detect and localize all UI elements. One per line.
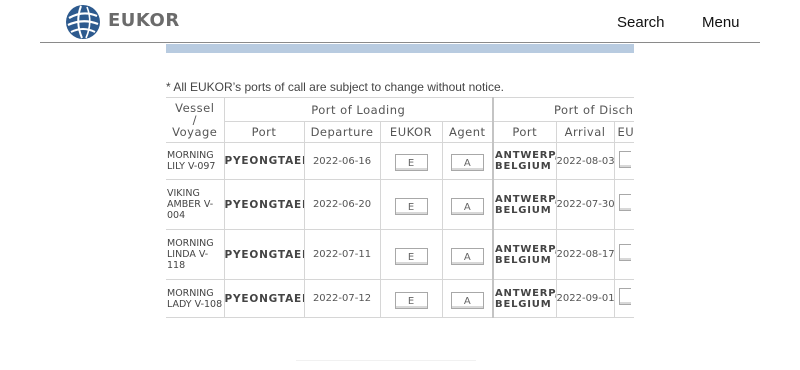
arrival-cell: 2022-08-17	[555, 229, 615, 280]
eukor-cell: E	[379, 279, 443, 318]
loading-port-cell: PYEONGTAEK	[223, 229, 305, 280]
col-eu: EU	[613, 121, 634, 143]
col-arrival: Arrival	[555, 121, 615, 143]
col-discharge-port: Port	[492, 121, 557, 143]
eu-button[interactable]	[618, 194, 631, 211]
discharge-port-cell: ANTWERP, BELGIUM	[492, 279, 557, 318]
eukor-button[interactable]: E	[394, 247, 428, 265]
eukor-cell: E	[379, 142, 443, 180]
eukor-cell: E	[379, 179, 443, 230]
discharge-port-cell: ANTWERP, BELGIUM	[492, 179, 557, 230]
footer-divider	[296, 360, 476, 361]
departure-cell: 2022-06-20	[303, 179, 381, 230]
vessel-voyage-header: Vessel / Voyage	[166, 97, 225, 143]
vessel-cell: MORNING LADY V-108	[166, 279, 225, 318]
schedule-table-scroll[interactable]: Vessel / Voyage Port of Loading Port of …	[166, 97, 634, 321]
brand-name[interactable]: EUKOR	[108, 10, 180, 31]
eu-cell	[613, 229, 634, 280]
table-row: VIKING AMBER V-004 PYEONGTAEK 2022-06-20…	[166, 179, 634, 230]
departure-cell: 2022-07-11	[303, 229, 381, 280]
discharge-port-cell: ANTWERP, BELGIUM	[492, 142, 557, 180]
schedule-notice: * All EUKOR’s ports of call are subject …	[166, 80, 504, 94]
loading-port-cell: PYEONGTAEK	[223, 279, 305, 318]
table-row: MORNING LADY V-108 PYEONGTAEK 2022-07-12…	[166, 279, 634, 318]
eu-cell	[613, 142, 634, 180]
col-eukor: EUKOR	[379, 121, 443, 143]
site-header: EUKOR Search Menu	[0, 0, 800, 43]
eukor-button[interactable]: E	[394, 197, 428, 215]
discharge-port-cell: ANTWERP, BELGIUM	[492, 229, 557, 280]
eukor-button[interactable]: E	[394, 291, 428, 309]
eukor-globe-logo-icon[interactable]	[65, 4, 101, 40]
eu-cell	[613, 179, 634, 230]
loading-port-cell: PYEONGTAEK	[223, 142, 305, 180]
eu-button[interactable]	[618, 288, 631, 305]
agent-cell: A	[441, 142, 494, 180]
section-banner	[166, 44, 634, 53]
vessel-cell: MORNING LINDA V-118	[166, 229, 225, 280]
vessel-cell: MORNING LILY V-097	[166, 142, 225, 180]
eukor-button[interactable]: E	[394, 154, 428, 171]
header-voyage: Voyage	[172, 125, 218, 139]
table-row: MORNING LINDA V-118 PYEONGTAEK 2022-07-1…	[166, 229, 634, 280]
departure-cell: 2022-07-12	[303, 279, 381, 318]
eu-cell	[613, 279, 634, 318]
eu-button[interactable]	[618, 244, 631, 261]
agent-cell: A	[441, 229, 494, 280]
agent-cell: A	[441, 179, 494, 230]
col-departure: Departure	[303, 121, 381, 143]
col-port: Port	[223, 121, 305, 143]
eukor-cell: E	[379, 229, 443, 280]
port-of-discharge-header: Port of Discha	[492, 97, 634, 122]
agent-cell: A	[441, 279, 494, 318]
arrival-cell: 2022-09-01	[555, 279, 615, 318]
vessel-cell: VIKING AMBER V-004	[166, 179, 225, 230]
agent-button[interactable]: A	[450, 154, 484, 171]
header-divider	[40, 42, 760, 43]
loading-port-cell: PYEONGTAEK	[223, 179, 305, 230]
departure-cell: 2022-06-16	[303, 142, 381, 180]
search-link[interactable]: Search	[617, 14, 665, 31]
agent-button[interactable]: A	[450, 247, 484, 265]
arrival-cell: 2022-08-03	[555, 142, 615, 180]
col-agent: Agent	[441, 121, 494, 143]
table-row: MORNING LILY V-097 PYEONGTAEK 2022-06-16…	[166, 142, 634, 180]
arrival-cell: 2022-07-30	[555, 179, 615, 230]
eu-button[interactable]	[618, 150, 631, 168]
agent-button[interactable]: A	[450, 197, 484, 215]
menu-link[interactable]: Menu	[702, 14, 740, 31]
agent-button[interactable]: A	[450, 291, 484, 309]
schedule-table: Vessel / Voyage Port of Loading Port of …	[166, 97, 634, 318]
port-of-loading-header: Port of Loading	[223, 97, 494, 122]
